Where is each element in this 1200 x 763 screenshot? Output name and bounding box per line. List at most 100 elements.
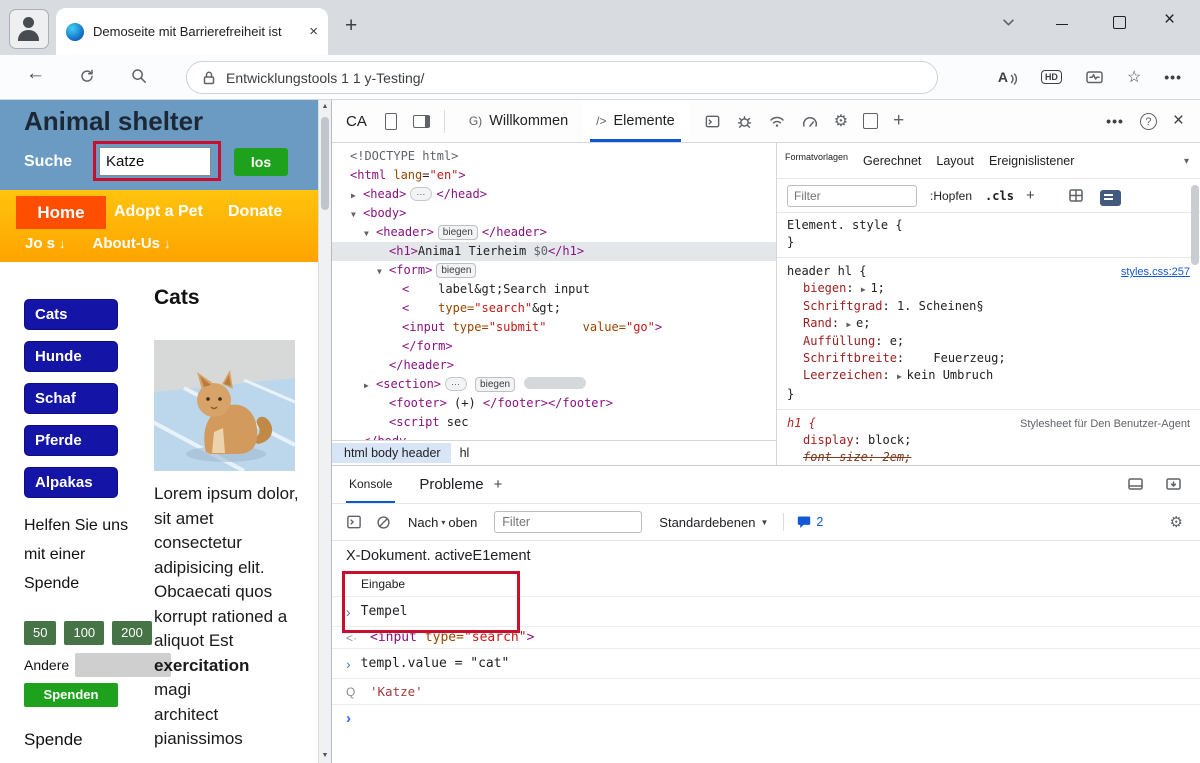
rule-selector[interactable]: header hl { (787, 262, 866, 280)
search-go-button[interactable]: los (234, 148, 288, 176)
window-maximize-button[interactable] (1113, 16, 1126, 29)
amount-button[interactable]: 200 (112, 621, 152, 645)
console-filter-input[interactable] (494, 511, 643, 533)
window-close-button[interactable]: × (1164, 9, 1175, 31)
elements-tree-row[interactable]: < label&gt;Search input (332, 280, 776, 299)
scroll-down-icon[interactable]: ▼ (319, 752, 331, 759)
console-drawer-icon[interactable] (704, 113, 721, 130)
page-scrollbar[interactable]: ▲ ▼ (318, 100, 331, 763)
style-property[interactable]: Schriftbreite: Feuerzeug; (777, 350, 1200, 367)
styles-filter-input[interactable] (787, 184, 917, 207)
style-property[interactable]: Schriftgrad: 1. Scheinen§ (777, 298, 1200, 315)
device-frame-icon[interactable] (863, 113, 879, 129)
elements-tree-row[interactable]: <input type="submit" value="go"> (332, 318, 776, 337)
expand-arrow-icon[interactable]: ▶ (861, 285, 871, 294)
nav-item[interactable]: About-Us ↓ (93, 235, 171, 252)
devtools-close-icon[interactable]: × (1173, 110, 1184, 132)
devtools-settings-icon[interactable]: ⚙ (834, 111, 848, 131)
device-toolbar-icon[interactable] (384, 112, 397, 130)
console-message-row[interactable]: Q 'Katze' (332, 679, 1200, 705)
new-tab-button[interactable]: + (345, 14, 357, 38)
back-button[interactable]: ← (26, 63, 45, 85)
donate-button[interactable]: Spenden (24, 683, 118, 707)
browser-essentials-icon[interactable] (1085, 68, 1104, 86)
address-bar[interactable]: Entwicklungstools 1 1 y-Testing/ (186, 61, 938, 94)
elements-tree-row[interactable]: </form> (332, 337, 776, 356)
scroll-up-icon[interactable]: ▲ (319, 103, 331, 110)
scrollbar-thumb[interactable] (321, 117, 329, 210)
nav-item-donate[interactable]: Donate (228, 203, 282, 221)
elements-tree-row[interactable]: ▼ <header> biegen </header> (332, 223, 776, 242)
style-property[interactable]: Rand: ▶ e; (777, 315, 1200, 333)
browser-menu-icon[interactable]: ••• (1164, 69, 1182, 85)
console-settings-icon[interactable]: ⚙ (1170, 513, 1183, 531)
message-count[interactable]: 2 (797, 515, 823, 529)
console-message-row[interactable]: X-Dokument. activeE1ement (332, 541, 1200, 571)
category-button[interactable]: Schaf (24, 383, 118, 414)
elements-tree-row[interactable]: <script sec (332, 413, 776, 432)
console-sidebar-icon[interactable] (346, 514, 362, 530)
flex-badge[interactable]: biegen (436, 263, 477, 278)
hd-icon[interactable]: HD (1040, 70, 1062, 84)
add-panel-icon[interactable]: + (893, 110, 904, 132)
style-property[interactable]: Leerzeichen: ▶ kein Umbruch (777, 367, 1200, 385)
style-property[interactable]: biegen: ▶ 1; (777, 280, 1200, 298)
expand-drawer-icon[interactable] (1165, 476, 1182, 497)
expand-arrow-icon[interactable]: ▶ (846, 320, 856, 329)
tab-problems[interactable]: Probleme (419, 476, 483, 493)
expand-arrow-icon[interactable]: ▶ (897, 372, 907, 381)
new-style-rule-icon[interactable]: + (1026, 187, 1035, 204)
amount-button[interactable]: 100 (64, 621, 105, 645)
favorite-star-icon[interactable]: ☆ (1127, 67, 1141, 87)
performance-gauge-icon[interactable] (801, 113, 819, 129)
tab-welcome[interactable]: G) Willkommen (455, 100, 582, 142)
console-prompt-row[interactable]: › (332, 705, 1200, 731)
elements-tree-row[interactable]: < type="search"&gt; (332, 299, 776, 318)
elements-tree-row[interactable]: <h1>Anima1 Tierheim $0</h1> (332, 242, 776, 261)
element-states-icon[interactable] (1068, 188, 1084, 208)
elements-tree-row[interactable]: <html lang="en"> (332, 166, 776, 185)
styles-scrollbar-thumb[interactable] (1191, 185, 1199, 265)
read-aloud-icon[interactable]: A (998, 69, 1018, 85)
style-property[interactable]: font-size: 2em; (777, 449, 1200, 465)
help-icon[interactable]: ? (1139, 112, 1157, 130)
devtools-menu-icon[interactable]: ••• (1106, 113, 1124, 129)
refresh-button[interactable] (78, 67, 96, 90)
elements-tree-row[interactable]: <!DOCTYPE html> (332, 147, 776, 166)
expand-dots-icon[interactable]: ⋯ (445, 377, 468, 391)
elements-tree-row[interactable]: ▶ <section> ⋯ biegen (332, 375, 776, 394)
profile-button[interactable] (9, 9, 49, 49)
category-button[interactable]: Alpakas (24, 467, 118, 498)
dock-side-icon[interactable] (412, 114, 430, 128)
tab-elements[interactable]: /> Elemente (582, 100, 689, 142)
elements-tree-row[interactable]: <footer> (+) </footer></footer> (332, 394, 776, 413)
address-url[interactable]: Entwicklungstools 1 1 y-Testing/ (226, 70, 424, 86)
tab-layout[interactable]: Layout (936, 154, 974, 168)
stylesheet-link[interactable]: styles.css:257 (1121, 266, 1190, 278)
log-levels-dropdown[interactable]: Standardebenen ▼ (659, 515, 768, 530)
drawer-add-tab-icon[interactable]: + (494, 476, 503, 493)
inspect-tool-label[interactable]: CA (346, 113, 367, 130)
category-button[interactable]: Cats (24, 299, 118, 330)
element-style-selector[interactable]: Element. style { (787, 218, 903, 232)
elements-tree-row[interactable]: </body (332, 432, 776, 440)
console-command-row[interactable]: › templ.value = "cat" (332, 649, 1200, 679)
search-input[interactable] (99, 147, 211, 176)
elements-tree-row[interactable]: ▼ <body> (332, 204, 776, 223)
nav-item[interactable]: Jo s ↓ (25, 235, 66, 252)
category-button[interactable]: Pferde (24, 425, 118, 456)
breadcrumb-current[interactable]: hl (460, 446, 470, 460)
clear-console-icon[interactable] (376, 515, 391, 530)
breadcrumb-highlight[interactable]: html body header (332, 443, 451, 463)
dock-drawer-icon[interactable] (1127, 476, 1144, 497)
elements-tree-row[interactable]: ▼ <form> biegen (332, 261, 776, 280)
tab-console[interactable]: Konsole (345, 466, 396, 503)
amount-button[interactable]: 50 (24, 621, 57, 645)
expand-dots-icon[interactable]: ⋯ (410, 187, 433, 201)
elements-tree-row[interactable]: ▶ <head> ⋯ </head> (332, 185, 776, 204)
search-icon[interactable] (130, 67, 148, 90)
tab-close-icon[interactable]: × (309, 23, 318, 40)
tab-styles[interactable]: Formatvorlagen (785, 152, 848, 162)
debug-bug-icon[interactable] (736, 113, 753, 130)
network-wifi-icon[interactable] (768, 113, 786, 129)
